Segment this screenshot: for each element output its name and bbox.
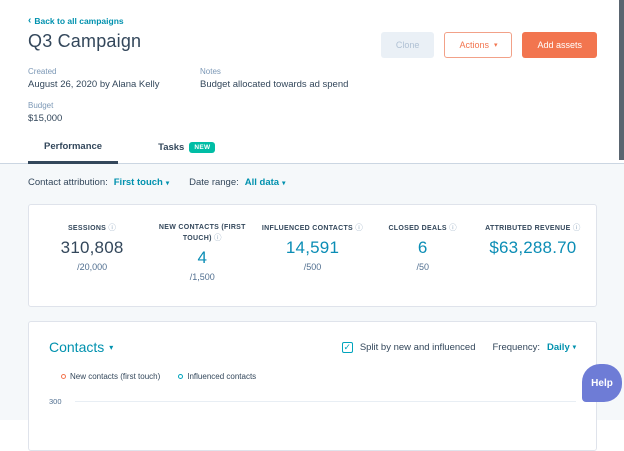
stat-sessions: SESSIONS ⓘ 310,808 /20,000 — [37, 223, 147, 282]
stat-new-contacts-value: 4 — [197, 248, 208, 268]
tab-performance-label: Performance — [44, 141, 103, 152]
actions-button-label: Actions — [459, 40, 489, 50]
legend-influenced-contacts-label: Influenced contacts — [187, 372, 257, 382]
tab-bar: Performance Tasks NEW — [0, 124, 624, 164]
budget-field: Budget $15,000 — [28, 101, 200, 124]
stat-sessions-label: SESSIONS — [67, 225, 107, 232]
legend-new-contacts-label: New contacts (first touch) — [70, 372, 161, 382]
notes-field: Notes Budget allocated towards ad spend — [200, 67, 597, 90]
caret-down-icon: ▾ — [493, 42, 498, 49]
frequency-value: Daily — [547, 341, 570, 353]
stat-influenced-contacts-goal: /500 — [303, 262, 322, 273]
budget-label: Budget — [28, 101, 54, 110]
contact-attribution-value: First touch — [113, 177, 163, 188]
chevron-left-icon: ‹ — [28, 15, 32, 26]
new-badge: NEW — [189, 142, 216, 153]
y-axis-tick-label: 300 — [49, 397, 62, 407]
add-assets-button[interactable]: Add assets — [522, 32, 597, 58]
created-value: August 26, 2020 by Alana Kelly — [28, 79, 160, 90]
created-label: Created — [28, 67, 57, 76]
frequency-dropdown[interactable]: Daily ▾ — [547, 342, 576, 353]
created-field: Created August 26, 2020 by Alana Kelly — [28, 67, 200, 90]
actions-button[interactable]: Actions ▾ — [444, 32, 513, 58]
back-to-campaigns-link[interactable]: ‹ Back to all campaigns — [28, 15, 124, 27]
stat-closed-deals-value: 6 — [417, 238, 428, 258]
info-icon[interactable]: ⓘ — [449, 223, 457, 232]
tab-tasks[interactable]: Tasks NEW — [142, 139, 231, 163]
notes-value: Budget allocated towards ad spend — [200, 79, 349, 90]
info-icon[interactable]: ⓘ — [108, 223, 116, 232]
split-checkbox-label: Split by new and influenced — [359, 341, 476, 353]
info-icon[interactable]: ⓘ — [355, 223, 363, 232]
tab-tasks-label: Tasks — [158, 142, 185, 153]
chart-legend: New contacts (first touch) Influenced co… — [61, 372, 576, 381]
stat-new-contacts-label: NEW CONTACTS (FIRST TOUCH) — [158, 224, 246, 243]
legend-influenced-contacts: Influenced contacts — [178, 372, 256, 381]
caret-down-icon: ▾ — [165, 179, 170, 187]
back-link-label: Back to all campaigns — [34, 16, 124, 26]
info-icon[interactable]: ⓘ — [573, 223, 581, 232]
contacts-chart-card: Contacts ▾ ✓ Split by new and influenced… — [28, 321, 597, 451]
stat-attributed-revenue-value: $63,288.70 — [489, 238, 577, 258]
performance-panel: Contact attribution: First touch ▾ Date … — [0, 164, 624, 451]
help-button[interactable]: Help — [582, 364, 622, 402]
stat-sessions-value: 310,808 — [60, 238, 124, 258]
stat-influenced-contacts-value: 14,591 — [285, 238, 340, 258]
clone-button[interactable]: Clone — [380, 32, 435, 58]
contact-attribution-dropdown[interactable]: First touch ▾ — [114, 177, 169, 188]
legend-marker-icon — [178, 374, 184, 380]
budget-value: $15,000 — [28, 113, 63, 124]
caret-down-icon: ▾ — [282, 179, 286, 187]
vertical-scrollbar[interactable] — [619, 0, 624, 160]
stat-attributed-revenue: ATTRIBUTED REVENUE ⓘ $63,288.70 — [478, 223, 588, 282]
stats-summary-card: SESSIONS ⓘ 310,808 /20,000 NEW CONTACTS … — [28, 204, 597, 308]
stat-new-contacts: NEW CONTACTS (FIRST TOUCH) ⓘ 4 /1,500 — [147, 223, 257, 282]
chart-plot-area: 300 — [49, 397, 576, 406]
caret-down-icon: ▾ — [109, 342, 114, 352]
stat-attributed-revenue-label: ATTRIBUTED REVENUE — [485, 225, 571, 232]
info-icon[interactable]: ⓘ — [214, 233, 222, 242]
stat-closed-deals: CLOSED DEALS ⓘ 6 /50 — [368, 223, 478, 282]
campaign-meta: Created August 26, 2020 by Alana Kelly N… — [28, 67, 597, 124]
stat-sessions-goal: /20,000 — [77, 262, 108, 273]
chart-gridline — [75, 401, 576, 403]
stat-closed-deals-label: CLOSED DEALS — [388, 225, 447, 232]
stat-closed-deals-goal: /50 — [416, 262, 429, 273]
filter-row: Contact attribution: First touch ▾ Date … — [28, 177, 597, 188]
tab-performance[interactable]: Performance — [28, 139, 119, 164]
legend-marker-icon — [61, 374, 66, 380]
contact-attribution-label: Contact attribution: — [28, 177, 108, 188]
stat-influenced-contacts-label: INFLUENCED CONTACTS — [261, 225, 354, 232]
split-checkbox[interactable]: ✓ — [341, 341, 353, 353]
header-actions: Clone Actions ▾ Add assets — [380, 32, 597, 58]
contacts-metric-dropdown[interactable]: Contacts ▾ — [49, 339, 113, 355]
notes-label: Notes — [200, 67, 221, 76]
legend-new-contacts: New contacts (first touch) — [61, 372, 160, 381]
page-title: Q3 Campaign — [28, 31, 142, 51]
stat-new-contacts-goal: /1,500 — [189, 272, 215, 283]
contacts-title-label: Contacts — [49, 339, 105, 356]
date-range-label: Date range: — [189, 177, 239, 188]
frequency-label: Frequency: — [492, 341, 541, 353]
caret-down-icon: ▾ — [572, 344, 576, 352]
stat-influenced-contacts: INFLUENCED CONTACTS ⓘ 14,591 /500 — [257, 223, 367, 282]
date-range-value: All data — [244, 177, 280, 188]
page-header: ‹ Back to all campaigns Q3 Campaign Clon… — [0, 0, 624, 124]
date-range-dropdown[interactable]: All data ▾ — [245, 177, 286, 188]
